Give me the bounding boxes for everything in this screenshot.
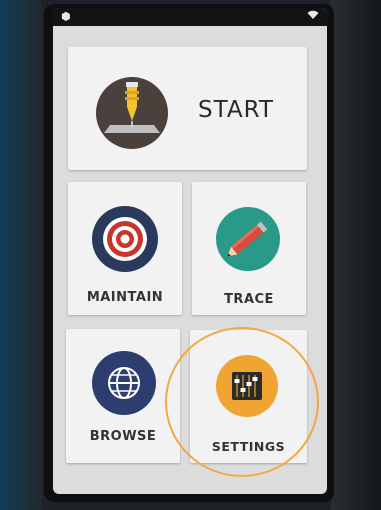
trace-button[interactable]: TRACE — [192, 182, 306, 315]
plotter-pen-icon — [96, 77, 168, 149]
maintain-label: MAINTAIN — [86, 290, 164, 305]
device-bezel-right — [331, 0, 381, 510]
maintain-button[interactable]: MAINTAIN — [68, 182, 182, 315]
wifi-icon — [307, 10, 319, 24]
gear-icon: ⬢ — [61, 10, 71, 23]
target-icon — [92, 206, 158, 272]
start-label: START — [198, 97, 274, 123]
device-bezel-left — [0, 0, 42, 510]
globe-icon — [92, 351, 156, 415]
browse-button[interactable]: BROWSE — [66, 329, 180, 463]
trace-label: TRACE — [224, 292, 274, 307]
highlight-ring — [165, 327, 319, 477]
browse-label: BROWSE — [89, 429, 157, 444]
status-bar: ⬢ — [53, 8, 327, 26]
start-button[interactable]: START — [68, 47, 307, 170]
pencil-icon — [216, 207, 280, 271]
